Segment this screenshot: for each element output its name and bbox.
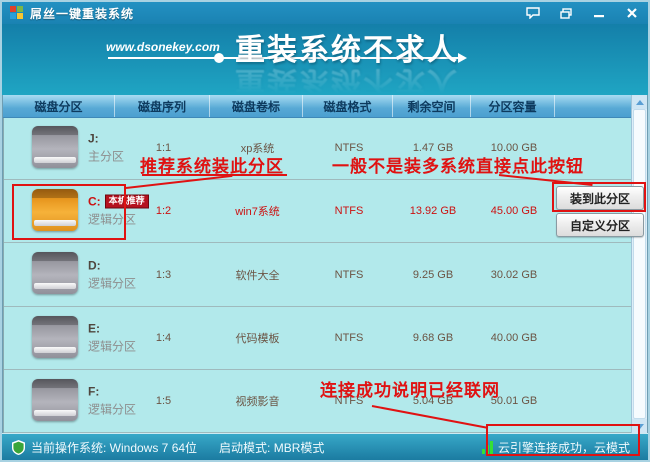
column-header[interactable]: 磁盘卷标	[210, 95, 303, 117]
drive-icon	[32, 379, 78, 421]
drive-icon	[32, 316, 78, 358]
column-header[interactable]: 剩余空间	[393, 95, 471, 117]
custom-partition-button[interactable]: 自定义分区	[556, 213, 644, 237]
partition-capacity: 40.00 GB	[472, 332, 556, 344]
partition-row[interactable]: J: 主分区 1:1 xp系统 NTFS 1.47 GB 10.00 GB	[4, 117, 632, 180]
drive-letter: J:	[88, 132, 99, 146]
disk-format: NTFS	[304, 395, 394, 407]
partition-capacity: 50.01 GB	[472, 395, 556, 407]
column-header[interactable]: 磁盘格式	[303, 95, 393, 117]
disk-serial: 1:1	[116, 142, 211, 154]
cloud-engine-status: 云引擎连接成功，云模式	[498, 439, 630, 456]
partition-cell: F: 逻辑分区	[4, 370, 116, 432]
signal-bars-icon	[482, 441, 493, 454]
table-header: 磁盘分区磁盘序列磁盘卷标磁盘格式剩余空间分区容量	[3, 95, 632, 118]
partition-cell: J: 主分区	[4, 117, 116, 179]
partition-capacity: 45.00 GB	[472, 205, 556, 217]
banner-slogan-reflection: 重装系统不求人	[227, 63, 467, 95]
volume-label: 代码模板	[211, 330, 304, 346]
column-header-filler	[555, 95, 632, 117]
free-space: 9.25 GB	[394, 269, 472, 281]
partition-row[interactable]: D: 逻辑分区 1:3 软件大全 NTFS 9.25 GB 30.02 GB	[4, 243, 632, 306]
column-header[interactable]: 磁盘序列	[115, 95, 210, 117]
volume-label: xp系统	[211, 140, 304, 156]
website-url: www.dsonekey.com	[106, 40, 220, 54]
partition-row[interactable]: F: 逻辑分区 1:5 视频影音 NTFS 5.04 GB 50.01 GB	[4, 370, 632, 433]
titlebar: 屌丝一键重装系统	[2, 2, 648, 24]
restore-window-icon[interactable]	[558, 6, 574, 20]
partition-cell: E: 逻辑分区	[4, 307, 116, 369]
partition-cell: D: 逻辑分区	[4, 243, 116, 305]
scroll-down-icon[interactable]	[632, 419, 647, 433]
drive-letter: F:	[88, 384, 99, 398]
disk-format: NTFS	[304, 142, 394, 154]
free-space: 9.68 GB	[394, 332, 472, 344]
scrollbar-thumb[interactable]	[633, 109, 646, 419]
statusbar: 当前操作系统: Windows 7 64位 启动模式: MBR模式 云引擎连接成…	[2, 433, 648, 460]
drive-letter: E:	[88, 321, 100, 335]
partition-type: 逻辑分区	[88, 337, 136, 354]
scrollbar[interactable]	[631, 95, 647, 433]
partition-row[interactable]: C: 本机推荐 逻辑分区 1:2 win7系统 NTFS 13.92 GB 45…	[4, 180, 632, 243]
os-status: 当前操作系统: Windows 7 64位	[31, 439, 197, 456]
partition-cell: C: 本机推荐 逻辑分区	[4, 180, 116, 242]
partition-capacity: 10.00 GB	[472, 142, 556, 154]
free-space: 13.92 GB	[394, 205, 472, 217]
scroll-up-icon[interactable]	[632, 95, 647, 109]
column-header[interactable]: 分区容量	[471, 95, 555, 117]
partition-row[interactable]: E: 逻辑分区 1:4 代码模板 NTFS 9.68 GB 40.00 GB	[4, 307, 632, 370]
partition-type: 逻辑分区	[88, 274, 136, 291]
volume-label: 视频影音	[211, 393, 304, 409]
disk-format: NTFS	[304, 205, 394, 217]
column-header[interactable]: 磁盘分区	[3, 95, 115, 117]
window-title: 屌丝一键重装系统	[30, 5, 134, 22]
free-space: 1.47 GB	[394, 142, 472, 154]
partition-capacity: 30.02 GB	[472, 269, 556, 281]
recommend-badge: 本机推荐	[105, 195, 149, 209]
drive-icon	[32, 252, 78, 294]
feedback-icon[interactable]	[525, 6, 541, 20]
free-space: 5.04 GB	[394, 395, 472, 407]
drive-icon	[32, 126, 78, 168]
partition-type: 逻辑分区	[88, 211, 149, 228]
banner: www.dsonekey.com 重装系统不求人 重装系统不求人	[2, 24, 648, 95]
volume-label: win7系统	[211, 203, 304, 219]
partition-type: 逻辑分区	[88, 400, 136, 417]
close-icon[interactable]	[624, 6, 640, 20]
app-window: 屌丝一键重装系统 www.dsonekey.com 重装系统不求人 重装系统不求…	[0, 0, 650, 462]
arrow-dot-icon	[214, 53, 224, 63]
shield-icon	[12, 440, 25, 455]
install-to-partition-button[interactable]: 装到此分区	[556, 186, 644, 210]
partition-type: 主分区	[88, 148, 124, 165]
drive-icon	[32, 189, 78, 231]
disk-format: NTFS	[304, 332, 394, 344]
app-logo-icon	[10, 6, 24, 20]
boot-mode-status: 启动模式: MBR模式	[219, 439, 324, 456]
disk-format: NTFS	[304, 269, 394, 281]
minimize-icon[interactable]	[591, 6, 607, 20]
drive-letter: D:	[88, 258, 101, 272]
table-body: J: 主分区 1:1 xp系统 NTFS 1.47 GB 10.00 GB C:…	[3, 117, 632, 433]
volume-label: 软件大全	[211, 267, 304, 283]
drive-letter: C:	[88, 195, 101, 209]
